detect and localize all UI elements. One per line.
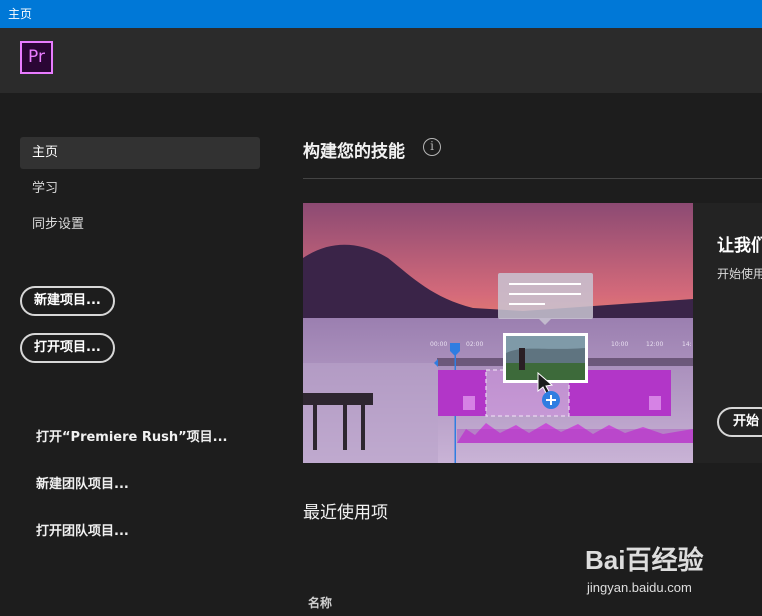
open-rush-project-link[interactable]: 打开“Premiere Rush”项目... — [36, 426, 228, 445]
hero-start-button[interactable]: 开始 — [717, 407, 762, 437]
premiere-logo-icon: Pr — [20, 41, 53, 74]
section-title: 构建您的技能 — [303, 142, 405, 162]
skills-hero-card[interactable]: 00:00 02:00 10:00 12:00 14: 让我们 开始使用 开始 — [303, 203, 762, 463]
timecode-1: 00:00 — [430, 341, 447, 348]
hero-illustration: 00:00 02:00 10:00 12:00 14: — [303, 203, 693, 463]
timecode-5: 14: — [682, 341, 692, 348]
hero-title: 让我们 — [717, 236, 762, 256]
baidu-watermark-domain: jingyan.baidu.com — [587, 580, 692, 595]
info-icon[interactable]: i — [423, 138, 441, 156]
sidebar-item-sync-settings[interactable]: 同步设置 — [20, 209, 260, 241]
app-header: Pr — [0, 28, 762, 93]
open-team-project-link[interactable]: 打开团队项目... — [36, 520, 129, 539]
divider — [303, 178, 762, 179]
baidu-watermark-text: Bai百经验 — [585, 545, 704, 575]
sidebar-item-home[interactable]: 主页 — [20, 137, 260, 169]
new-team-project-link[interactable]: 新建团队项目... — [36, 473, 129, 492]
name-column-header[interactable]: 名称 — [308, 594, 332, 611]
hero-subtitle: 开始使用 — [717, 267, 762, 281]
watermark: Bai百经验 jingyan.baidu.com — [585, 532, 755, 602]
window-title: 主页 — [8, 7, 33, 21]
timecode-2: 02:00 — [466, 341, 483, 348]
open-project-button[interactable]: 打开项目... — [20, 333, 115, 363]
hero-text-panel: 让我们 开始使用 开始 — [693, 203, 762, 463]
recent-items-title: 最近使用项 — [303, 503, 388, 523]
sidebar: 主页 学习 同步设置 新建项目... 打开项目... 打开“Premiere R… — [0, 93, 285, 616]
new-project-button[interactable]: 新建项目... — [20, 286, 115, 316]
sidebar-item-learn[interactable]: 学习 — [20, 173, 260, 205]
timecode-4: 12:00 — [646, 341, 663, 348]
title-bar: 主页 — [0, 0, 762, 28]
timecode-3: 10:00 — [611, 341, 628, 348]
